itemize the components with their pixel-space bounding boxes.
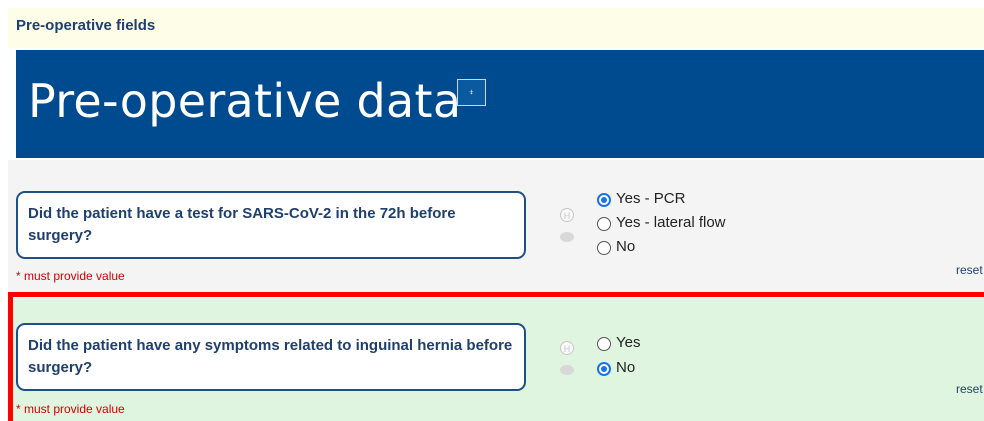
- page-title: Pre-operative data: [28, 74, 462, 128]
- option-label: Yes: [616, 334, 641, 351]
- radio-yes-lateral-flow[interactable]: [597, 217, 611, 231]
- option-label: No: [616, 359, 636, 376]
- history-icon[interactable]: H: [560, 341, 574, 355]
- radio-no[interactable]: [597, 241, 611, 255]
- comment-icon[interactable]: [560, 365, 574, 375]
- comment-icon[interactable]: [560, 232, 574, 242]
- history-icon[interactable]: H: [560, 208, 574, 222]
- pin-icon[interactable]: ⍖: [457, 79, 486, 106]
- radio-yes-pcr[interactable]: [597, 193, 611, 207]
- reset-link[interactable]: reset: [956, 263, 983, 277]
- question-label: Did the patient have any symptoms relate…: [16, 323, 526, 391]
- radio-yes[interactable]: [597, 337, 611, 351]
- section-title: Pre-operative fields: [16, 17, 156, 34]
- radio-no[interactable]: [597, 362, 611, 376]
- option-label: Yes - lateral flow: [616, 214, 726, 231]
- option-label: Yes - PCR: [616, 190, 686, 207]
- required-note: * must provide value: [16, 402, 125, 416]
- question-label: Did the patient have a test for SARS-CoV…: [16, 191, 526, 259]
- required-note: * must provide value: [16, 269, 125, 283]
- reset-link[interactable]: reset: [956, 382, 983, 396]
- option-label: No: [616, 238, 636, 255]
